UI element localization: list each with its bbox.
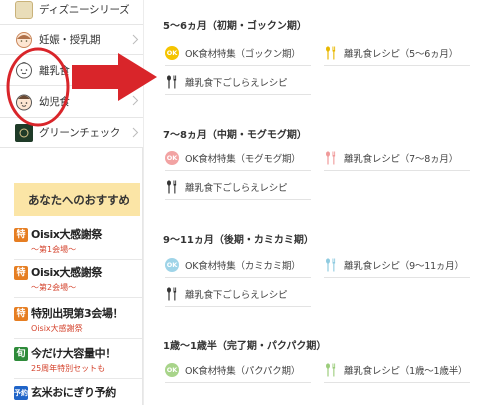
ok-foods-link[interactable]: OK OK食材特集（ゴックン期） <box>165 40 311 66</box>
ok-badge-icon: OK <box>165 45 179 60</box>
promo-title: 玄米おにぎり予約 <box>31 386 116 399</box>
recipe-link[interactable]: 離乳食レシピ（1歳〜1歳半） <box>324 357 470 383</box>
sidebar-item-disney[interactable]: ディズニーシリーズ <box>0 0 143 25</box>
spoon-fork-icon <box>324 257 338 272</box>
chevron-right-icon <box>132 127 139 138</box>
recipe-link[interactable]: 離乳食レシピ（5〜6ヵ月） <box>324 40 470 66</box>
promo-item[interactable]: 予約 玄米おにぎり予約 <box>14 384 142 405</box>
promo-item[interactable]: 旬 今だけ大容量中！ 25周年特別セットも <box>14 345 142 379</box>
sidebar-item-label: 妊娠・授乳期 <box>39 34 101 46</box>
sidebar-item-toddler-food[interactable]: 幼児食 <box>0 86 143 118</box>
sidebar-item-pregnancy[interactable]: 妊娠・授乳期 <box>0 25 143 55</box>
ok-foods-link[interactable]: OK OK食材特集（カミカミ期） <box>165 252 311 278</box>
chevron-right-icon <box>132 34 139 45</box>
sidebar-item-label: ディズニーシリーズ <box>39 4 130 16</box>
section-title: 1歳〜1歳半（完了期・パクパク期） <box>163 341 327 352</box>
promo-subtitle: Oisix大感謝祭 <box>31 324 83 333</box>
promo-item[interactable]: 特 特別出現第3会場！ Oisix大感謝祭 <box>14 305 142 339</box>
spoon-fork-icon <box>165 286 179 301</box>
promo-subtitle: ～第2会場～ <box>31 283 77 292</box>
chevron-right-icon <box>132 95 139 106</box>
category-sidebar: ディズニーシリーズ 妊娠・授乳期 離乳食 幼児食 グリーンチェック あなたへのお… <box>0 0 143 405</box>
sidebar-item-baby-food[interactable]: 離乳食 <box>0 55 143 86</box>
sidebar-item-label: 幼児食 <box>39 96 70 108</box>
mother-face-icon <box>15 31 33 49</box>
promo-subtitle: ～第1会場～ <box>31 245 77 254</box>
ok-foods-link[interactable]: OK OK食材特集（パクパク期） <box>165 357 311 383</box>
green-check-logo-icon <box>15 123 33 142</box>
disney-logo-icon <box>15 0 33 19</box>
section-title: 5〜6ヵ月（初期・ゴックン期） <box>163 21 307 32</box>
promo-subtitle: 25周年特別セットも <box>31 364 106 373</box>
special-badge-icon: 特 <box>14 228 28 242</box>
ok-badge-icon: OK <box>165 362 179 377</box>
spoon-fork-icon <box>324 45 338 60</box>
sidebar-item-label: グリーンチェック <box>39 127 121 139</box>
ok-foods-link[interactable]: OK OK食材特集（モグモグ期） <box>165 145 311 171</box>
spoon-fork-icon <box>165 179 179 194</box>
section-title: 9〜11ヵ月（後期・カミカミ期） <box>163 235 314 246</box>
spoon-fork-icon <box>324 362 338 377</box>
baby-face-icon <box>15 61 33 79</box>
reservation-badge-icon: 予約 <box>14 386 28 400</box>
special-badge-icon: 特 <box>14 266 28 280</box>
prep-recipe-link[interactable]: 離乳食下ごしらえレシピ <box>165 281 311 307</box>
promo-title: 今だけ大容量中！ <box>31 347 116 360</box>
spoon-fork-icon <box>165 74 179 89</box>
baby-food-submenu-panel: 5〜6ヵ月（初期・ゴックン期） OK OK食材特集（ゴックン期） 離乳食レシピ（… <box>143 0 500 405</box>
spoon-fork-icon <box>324 150 338 165</box>
recipe-link[interactable]: 離乳食レシピ（7〜8ヵ月） <box>324 145 470 171</box>
toddler-face-icon <box>15 93 33 111</box>
recommend-heading: あなたへのおすすめ <box>14 183 140 216</box>
prep-recipe-link[interactable]: 離乳食下ごしらえレシピ <box>165 174 311 200</box>
special-badge-icon: 特 <box>14 307 28 321</box>
prep-recipe-link[interactable]: 離乳食下ごしらえレシピ <box>165 69 311 95</box>
promo-title: Oisix大感謝祭 <box>31 266 102 279</box>
sidebar-item-label: 離乳食 <box>39 64 70 77</box>
sidebar-item-green-check[interactable]: グリーンチェック <box>0 118 143 148</box>
ok-badge-icon: OK <box>165 257 179 272</box>
section-title: 7〜8ヵ月（中期・モグモグ期） <box>163 130 307 141</box>
promo-item[interactable]: 特 Oisix大感謝祭 ～第1会場～ <box>14 226 142 260</box>
seasonal-badge-icon: 旬 <box>14 347 28 361</box>
promo-title: Oisix大感謝祭 <box>31 228 102 241</box>
promo-item[interactable]: 特 Oisix大感謝祭 ～第2会場～ <box>14 264 142 298</box>
recipe-link[interactable]: 離乳食レシピ（9〜11ヵ月） <box>324 252 470 278</box>
promo-title: 特別出現第3会場！ <box>31 307 124 320</box>
ok-badge-icon: OK <box>165 150 179 165</box>
